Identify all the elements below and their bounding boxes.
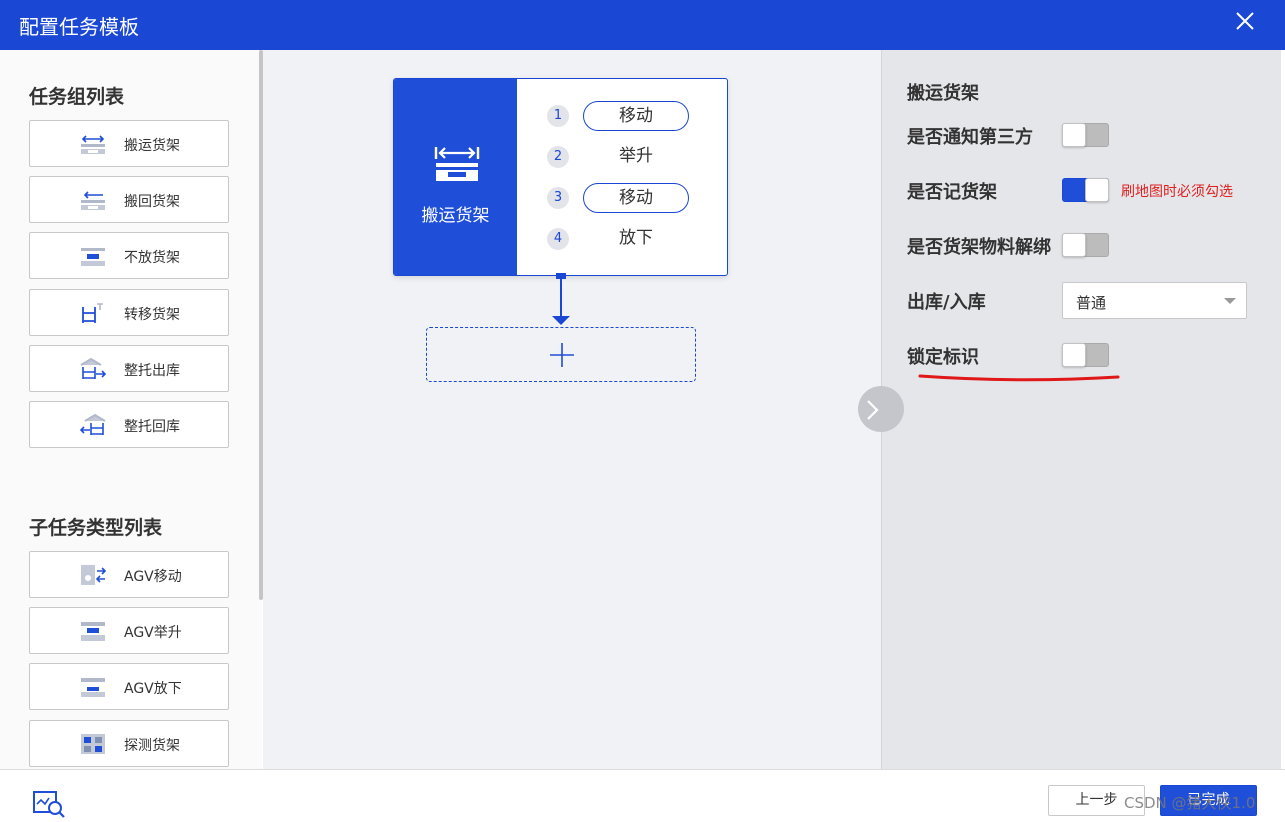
task-node-header: 搬运货架: [394, 79, 517, 275]
shelf-keep-icon: [81, 248, 105, 266]
dialog-titlebar: 配置任务模板: [0, 0, 1285, 50]
subtype-item-label: AGV放下: [124, 681, 182, 697]
task-group-list-title: 任务组列表: [29, 86, 125, 108]
agv-drop-icon: [81, 678, 105, 697]
group-item-label: 转移货架: [124, 307, 180, 323]
flow-connector: [560, 276, 562, 319]
properties-title: 搬运货架: [907, 83, 979, 104]
direction-select-value: 普通: [1076, 294, 1107, 312]
red-underline-annotation: [918, 374, 1120, 382]
group-item-label: 整托回库: [124, 419, 180, 435]
subtype-item-agv-lift[interactable]: AGV举升: [29, 607, 229, 654]
direction-label: 出库/入库: [907, 292, 986, 313]
record-shelf-label: 是否记货架: [907, 182, 997, 203]
lock-flag-label: 锁定标识: [907, 347, 979, 368]
group-item-transfer-shelf[interactable]: 转移货架: [29, 289, 229, 336]
add-task-node-button[interactable]: [426, 327, 696, 382]
step-drop[interactable]: 放下: [583, 224, 689, 254]
group-item-label: 搬回货架: [124, 194, 180, 210]
watermark-text: CSDN @猪大侠1.0: [1124, 794, 1256, 812]
step-lift[interactable]: 举升: [583, 142, 689, 172]
shelf-return-icon: [81, 191, 105, 210]
notify-third-party-toggle[interactable]: [1062, 123, 1109, 147]
record-shelf-hint: 刷地图时必须勾选: [1121, 184, 1233, 200]
arrow-down-icon: [552, 316, 570, 325]
shelf-detect-icon: [81, 734, 105, 754]
group-item-pallet-out[interactable]: 整托出库: [29, 345, 229, 392]
group-item-label: 搬运货架: [124, 138, 180, 154]
step-move-2[interactable]: 移动: [583, 183, 689, 213]
step-number: 3: [547, 187, 569, 209]
notify-third-party-label: 是否通知第三方: [907, 127, 1033, 148]
pallet-out-icon: [80, 357, 107, 379]
lock-flag-toggle[interactable]: [1062, 343, 1109, 367]
toggle-knob: [1062, 233, 1086, 257]
step-move-1[interactable]: 移动: [583, 101, 689, 131]
agv-move-icon: [81, 565, 107, 585]
task-node-name: 搬运货架: [421, 206, 490, 226]
plus-icon: [550, 343, 574, 367]
group-item-return-shelf[interactable]: 搬回货架: [29, 176, 229, 223]
subtype-item-shelf-detect[interactable]: 探测货架: [29, 720, 229, 767]
direction-select[interactable]: 普通: [1062, 282, 1247, 319]
group-item-label: 不放货架: [124, 250, 180, 266]
unbind-material-toggle[interactable]: [1062, 233, 1109, 257]
shelf-move-icon: [434, 147, 480, 181]
toggle-knob: [1062, 123, 1086, 147]
shelf-move-icon: [81, 135, 105, 154]
pallet-in-icon: [79, 413, 106, 435]
toggle-knob: [1085, 178, 1109, 202]
record-shelf-toggle[interactable]: [1062, 178, 1109, 202]
group-item-pallet-in[interactable]: 整托回库: [29, 401, 229, 448]
group-item-keep-shelf[interactable]: 不放货架: [29, 232, 229, 279]
dashboard-search-icon[interactable]: [32, 790, 66, 818]
group-item-label: 整托出库: [124, 363, 180, 379]
group-item-move-shelf[interactable]: 搬运货架: [29, 120, 229, 167]
caret-down-icon: [1224, 298, 1236, 304]
step-number: 1: [547, 105, 569, 127]
toggle-knob: [1062, 343, 1086, 367]
subtask-type-list-title: 子任务类型列表: [29, 517, 163, 539]
properties-panel: [881, 50, 1281, 770]
subtype-item-label: AGV举升: [124, 625, 182, 641]
agv-lift-icon: [81, 622, 105, 641]
subtype-item-agv-move[interactable]: AGV移动: [29, 551, 229, 598]
subtype-item-label: 探测货架: [124, 738, 180, 754]
dialog-title: 配置任务模板: [19, 15, 139, 39]
shelf-transfer-icon: [82, 303, 103, 323]
collapse-panel-button[interactable]: [858, 386, 904, 432]
subtype-item-agv-drop[interactable]: AGV放下: [29, 663, 229, 710]
chevron-right-icon: [867, 400, 879, 420]
subtype-item-label: AGV移动: [124, 569, 182, 585]
step-number: 4: [547, 228, 569, 250]
close-icon[interactable]: [1233, 9, 1257, 33]
step-number: 2: [547, 146, 569, 168]
unbind-material-label: 是否货架物料解绑: [907, 237, 1051, 258]
task-node-card[interactable]: 搬运货架 1 移动 2 举升 3 移动 4 放下: [393, 78, 728, 276]
